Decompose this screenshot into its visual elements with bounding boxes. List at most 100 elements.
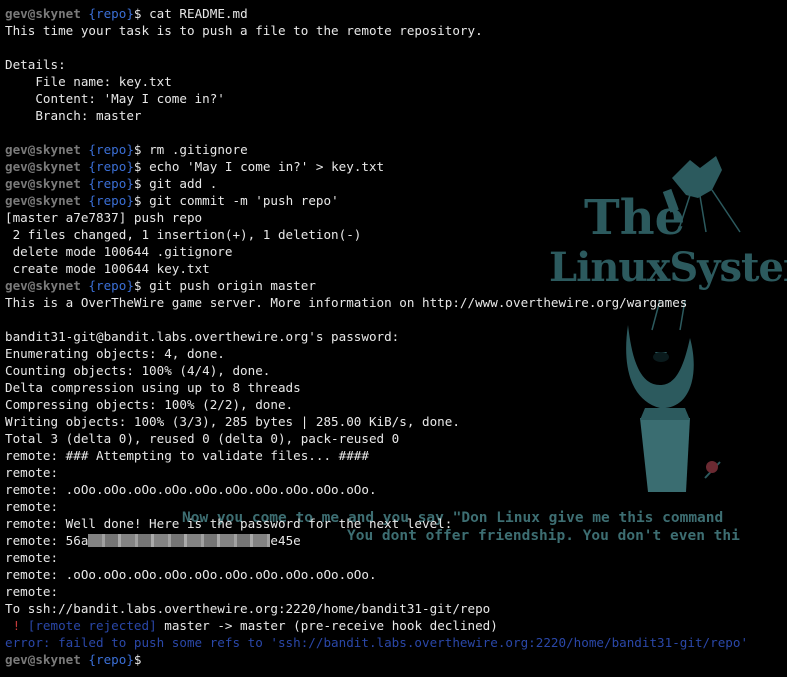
output-line: remote:: [5, 583, 787, 600]
rejected-detail: master -> master (pre-receive hook decli…: [156, 618, 498, 633]
prompt-user: gev@skynet: [5, 278, 81, 293]
prompt-sign: $: [133, 6, 142, 21]
output-line: remote:: [5, 464, 787, 481]
output-line: Branch: master: [5, 107, 787, 124]
output-line: [master a7e7837] push repo: [5, 209, 787, 226]
output-text: This time your task is to push a file to…: [5, 23, 483, 38]
output-text: remote: ### Attempting to validate files…: [5, 448, 369, 463]
output-text: Compressing objects: 100% (2/2), done.: [5, 397, 294, 412]
prompt-repo: {repo}: [88, 159, 134, 174]
prompt-sign: $: [133, 278, 142, 293]
output-line: remote: Well done! Here is the password …: [5, 515, 787, 532]
prompt-line: gev@skynet {repo}$ echo 'May I come in?'…: [5, 158, 787, 175]
output-text: Total 3 (delta 0), reused 0 (delta 0), p…: [5, 431, 400, 446]
output-text: bandit31-git@bandit.labs.overthewire.org…: [5, 329, 400, 344]
redacted-password: [88, 534, 271, 547]
output-text: remote:: [5, 584, 59, 599]
output-line: remote:: [5, 498, 787, 515]
output-text: 2 files changed, 1 insertion(+), 1 delet…: [5, 227, 362, 242]
output-line: Total 3 (delta 0), reused 0 (delta 0), p…: [5, 430, 787, 447]
output-text: delete mode 100644 .gitignore: [5, 244, 233, 259]
prompt-sign: $: [133, 176, 142, 191]
prompt-repo: {repo}: [88, 193, 134, 208]
output-line: Enumerating objects: 4, done.: [5, 345, 787, 362]
output-text: remote: .oOo.oOo.oOo.oOo.oOo.oOo.oOo.oOo…: [5, 482, 377, 497]
output-text: File name: key.txt: [5, 74, 172, 89]
prompt-line: gev@skynet {repo}$ git add .: [5, 175, 787, 192]
output-text: To ssh://bandit.labs.overthewire.org:222…: [5, 601, 491, 616]
password-line: remote: 56a e45e: [5, 532, 787, 549]
output-line: remote: .oOo.oOo.oOo.oOo.oOo.oOo.oOo.oOo…: [5, 481, 787, 498]
prompt-user: gev@skynet: [5, 193, 81, 208]
output-line: bandit31-git@bandit.labs.overthewire.org…: [5, 328, 787, 345]
prompt-repo: {repo}: [88, 278, 134, 293]
prompt-user: gev@skynet: [5, 6, 81, 21]
password-suffix: e45e: [270, 533, 301, 548]
output-text: [master a7e7837] push repo: [5, 210, 203, 225]
command-text: git add .: [141, 176, 218, 191]
prompt-line: gev@skynet {repo}$: [5, 651, 787, 668]
output-text: remote:: [5, 465, 59, 480]
output-text: create mode 100644 key.txt: [5, 261, 210, 276]
output-line: This time your task is to push a file to…: [5, 22, 787, 39]
prompt-line: gev@skynet {repo}$ rm .gitignore: [5, 141, 787, 158]
prompt-sign: $: [133, 652, 142, 667]
output-text: Branch: master: [5, 108, 142, 123]
output-line: Counting objects: 100% (4/4), done.: [5, 362, 787, 379]
error-line: error: failed to push some refs to 'ssh:…: [5, 634, 787, 651]
command-text: cat README.md: [141, 6, 248, 21]
prompt-sign: $: [133, 193, 142, 208]
output-text: This is a OverTheWire game server. More …: [5, 295, 688, 310]
output-line: This is a OverTheWire game server. More …: [5, 294, 787, 311]
output-line: File name: key.txt: [5, 73, 787, 90]
output-line: Writing objects: 100% (3/3), 285 bytes |…: [5, 413, 787, 430]
error-text: error: failed to push some refs to 'ssh:…: [5, 635, 749, 650]
prompt-user: gev@skynet: [5, 176, 81, 191]
output-text: remote:: [5, 499, 59, 514]
output-line: 2 files changed, 1 insertion(+), 1 delet…: [5, 226, 787, 243]
prompt-line: gev@skynet {repo}$ git push origin maste…: [5, 277, 787, 294]
output-line: delete mode 100644 .gitignore: [5, 243, 787, 260]
output-line: create mode 100644 key.txt: [5, 260, 787, 277]
prompt-repo: {repo}: [88, 142, 134, 157]
prompt-sign: $: [133, 159, 142, 174]
prompt-sign: $: [133, 142, 142, 157]
output-line: Details:: [5, 56, 787, 73]
command-text: git commit -m 'push repo': [141, 193, 339, 208]
command-text: echo 'May I come in?' > key.txt: [141, 159, 385, 174]
output-line: Content: 'May I come in?': [5, 90, 787, 107]
output-text: Content: 'May I come in?': [5, 91, 225, 106]
prompt-repo: {repo}: [88, 176, 134, 191]
prompt-user: gev@skynet: [5, 142, 81, 157]
prompt-line: gev@skynet {repo}$ cat README.md: [5, 5, 787, 22]
output-line: remote: ### Attempting to validate files…: [5, 447, 787, 464]
terminal-output[interactable]: gev@skynet {repo}$ cat README.md This tim…: [5, 5, 787, 677]
prompt-line: gev@skynet {repo}$ git commit -m 'push r…: [5, 192, 787, 209]
rejected-tag: [remote rejected]: [27, 618, 157, 633]
prompt-user: gev@skynet: [5, 652, 81, 667]
output-line: Delta compression using up to 8 threads: [5, 379, 787, 396]
prompt-repo: {repo}: [88, 6, 134, 21]
output-text: remote: .oOo.oOo.oOo.oOo.oOo.oOo.oOo.oOo…: [5, 567, 377, 582]
command-text: rm .gitignore: [141, 142, 248, 157]
rejected-bang: !: [5, 618, 28, 633]
output-text: Delta compression using up to 8 threads: [5, 380, 301, 395]
output-line: Compressing objects: 100% (2/2), done.: [5, 396, 787, 413]
output-text: remote:: [5, 550, 59, 565]
output-text: Enumerating objects: 4, done.: [5, 346, 225, 361]
command-text: git push origin master: [141, 278, 316, 293]
password-prefix: remote: 56a: [5, 533, 89, 548]
output-line: remote:: [5, 549, 787, 566]
output-text: remote: Well done! Here is the password …: [5, 516, 453, 531]
cursor: [142, 652, 150, 667]
output-line: To ssh://bandit.labs.overthewire.org:222…: [5, 600, 787, 617]
output-text: Writing objects: 100% (3/3), 285 bytes |…: [5, 414, 460, 429]
output-text: Details:: [5, 57, 66, 72]
prompt-repo: {repo}: [88, 652, 134, 667]
prompt-user: gev@skynet: [5, 159, 81, 174]
output-line: remote: .oOo.oOo.oOo.oOo.oOo.oOo.oOo.oOo…: [5, 566, 787, 583]
rejected-line: ! [remote rejected] master -> master (pr…: [5, 617, 787, 634]
output-text: Counting objects: 100% (4/4), done.: [5, 363, 271, 378]
